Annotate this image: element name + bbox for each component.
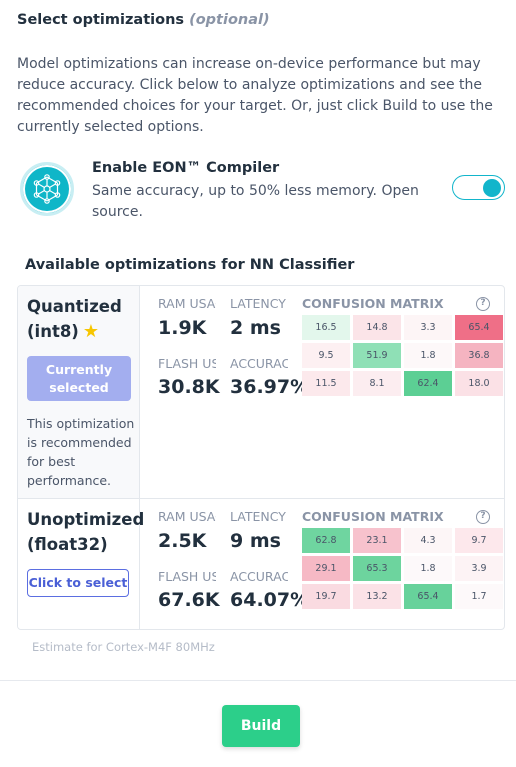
matrix-cell: 13.2 — [353, 584, 401, 609]
matrix-cell: 8.1 — [353, 371, 401, 396]
eon-title: Enable EON™ Compiler — [92, 160, 280, 176]
star-icon: ★ — [82, 321, 99, 342]
latency-label: LATENCY — [230, 509, 286, 524]
matrix-cell: 1.8 — [404, 343, 452, 368]
help-icon[interactable]: ? — [476, 297, 490, 311]
accuracy-label: ACCURACY — [230, 569, 288, 584]
optimization-name: Quantized — [27, 297, 122, 316]
flash-usage-value: 67.6K — [158, 589, 220, 611]
matrix-cell: 16.5 — [302, 315, 350, 340]
ram-usage-label: RAM USAGE — [158, 296, 216, 311]
confusion-matrix: 62.8 23.1 4.3 9.7 29.1 65.3 1.8 3.9 19.7… — [302, 528, 503, 609]
latency-value: 2 ms — [230, 317, 281, 339]
flash-usage-label: FLASH USAGE — [158, 356, 216, 371]
matrix-cell: 23.1 — [353, 528, 401, 553]
optimization-info: Unoptimized (float32) Click to select — [18, 499, 144, 629]
optimization-info: Quantized (int8) ★ Currently selected Thi… — [18, 286, 140, 498]
confusion-matrix-label: CONFUSION MATRIX — [302, 509, 444, 524]
divider — [0, 680, 516, 681]
eon-description: Same accuracy, up to 50% less memory. Op… — [92, 183, 419, 220]
section-title: Select optimizations (optional) — [17, 12, 270, 28]
optimization-variant: (int8) ★ — [27, 320, 99, 343]
optimization-name: Unoptimized — [27, 510, 145, 529]
optimization-row-quantized: Quantized (int8) ★ Currently selected Thi… — [18, 286, 504, 499]
latency-label: LATENCY — [230, 296, 286, 311]
estimate-note: Estimate for Cortex-M4F 80MHz — [32, 640, 215, 654]
recommendation-note: This optimization is recommended for bes… — [27, 416, 135, 488]
optional-label: (optional) — [189, 12, 270, 28]
intro-text: Model optimizations can increase on-devi… — [17, 56, 493, 135]
optimization-row-unoptimized: Unoptimized (float32) Click to select RA… — [18, 499, 504, 629]
matrix-cell: 18.0 — [455, 371, 503, 396]
matrix-cell: 9.7 — [455, 528, 503, 553]
toggle-knob — [483, 178, 501, 197]
matrix-cell: 1.7 — [455, 584, 503, 609]
available-optimizations-title: Available optimizations for NN Classifie… — [25, 257, 355, 273]
ram-usage-label: RAM USAGE — [158, 509, 216, 524]
matrix-cell: 36.8 — [455, 343, 503, 368]
optimization-variant-text: (int8) — [27, 322, 79, 341]
build-button[interactable]: Build — [222, 705, 300, 747]
matrix-cell: 29.1 — [302, 556, 350, 581]
confusion-matrix: 16.5 14.8 3.3 65.4 9.5 51.9 1.8 36.8 11.… — [302, 315, 503, 396]
optimization-variant: (float32) — [27, 535, 108, 554]
eon-toggle[interactable] — [452, 175, 505, 200]
optimizations-table: Quantized (int8) ★ Currently selected Thi… — [17, 285, 505, 630]
matrix-cell: 62.4 — [404, 371, 452, 396]
section-title-text: Select optimizations — [17, 12, 185, 28]
matrix-cell: 4.3 — [404, 528, 452, 553]
matrix-cell: 11.5 — [302, 371, 350, 396]
matrix-cell: 3.3 — [404, 315, 452, 340]
eon-network-icon — [20, 162, 74, 216]
matrix-cell: 1.8 — [404, 556, 452, 581]
matrix-cell: 51.9 — [353, 343, 401, 368]
eon-network-icon-svg — [33, 174, 61, 204]
matrix-cell: 62.8 — [302, 528, 350, 553]
matrix-cell: 19.7 — [302, 584, 350, 609]
confusion-matrix-label: CONFUSION MATRIX — [302, 296, 444, 311]
flash-usage-value: 30.8K — [158, 376, 220, 398]
flash-usage-label: FLASH USAGE — [158, 569, 216, 584]
matrix-cell: 65.4 — [404, 584, 452, 609]
accuracy-value: 64.07% — [230, 589, 310, 611]
matrix-cell: 65.3 — [353, 556, 401, 581]
matrix-cell: 14.8 — [353, 315, 401, 340]
currently-selected-button[interactable]: Currently selected — [27, 356, 131, 401]
accuracy-value: 36.97% — [230, 376, 310, 398]
matrix-cell: 3.9 — [455, 556, 503, 581]
matrix-cell: 65.4 — [455, 315, 503, 340]
latency-value: 9 ms — [230, 530, 281, 552]
help-icon[interactable]: ? — [476, 510, 490, 524]
ram-usage-value: 2.5K — [158, 530, 207, 552]
accuracy-label: ACCURACY — [230, 356, 288, 371]
matrix-cell: 9.5 — [302, 343, 350, 368]
ram-usage-value: 1.9K — [158, 317, 207, 339]
click-to-select-button[interactable]: Click to select — [27, 569, 129, 597]
